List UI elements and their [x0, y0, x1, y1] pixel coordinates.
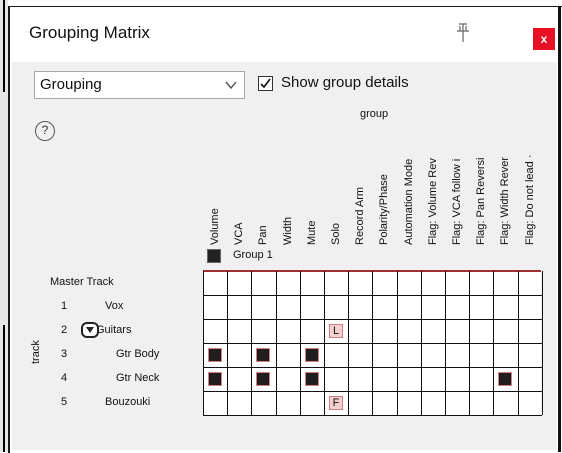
grid-line: [203, 415, 542, 416]
column-label-solo: Solo: [330, 222, 342, 245]
column-label-pan: Pan: [257, 225, 270, 245]
track-number: 5: [60, 396, 68, 408]
show-group-details-checkbox[interactable]: [258, 76, 273, 91]
column-label-automation-mode: Automation Mode: [402, 158, 415, 245]
column-label-width: Width: [281, 216, 294, 245]
column-label-flag-vca-follow-i: Flag: VCA follow i: [451, 158, 463, 245]
mode-select[interactable]: Grouping: [34, 71, 245, 99]
group-name-label: Group 1: [233, 249, 273, 261]
chevron-down-icon: [225, 81, 237, 90]
window-right-border: [558, 6, 561, 452]
column-label-record-arm: Record Arm: [354, 186, 367, 245]
column-label-flag-width-rever: Flag: Width Rever: [499, 156, 512, 245]
matrix-cell-member[interactable]: [256, 348, 270, 362]
column-label-volume: Volume: [209, 208, 221, 245]
column-label-mute: Mute: [305, 220, 318, 245]
grid-line: [203, 391, 542, 392]
matrix-cell-flag[interactable]: L: [329, 324, 343, 338]
matrix-cell-member[interactable]: [305, 348, 319, 362]
track-number: 4: [60, 372, 68, 384]
column-label-flag-pan-reversi: Flag: Pan Reversi: [475, 157, 488, 245]
edge-bar: [3, 325, 5, 452]
track-name-guitars[interactable]: Guitars: [96, 324, 131, 336]
track-number: 3: [60, 348, 68, 360]
track-name-vox[interactable]: Vox: [105, 300, 123, 312]
matrix-cell-flag[interactable]: F: [329, 396, 343, 410]
track-name-bouzouki[interactable]: Bouzouki: [105, 396, 150, 408]
column-label-vca: VCA: [233, 222, 246, 245]
grid-line: [203, 319, 542, 320]
grid-line: [203, 367, 542, 368]
checkmark-icon: [260, 78, 271, 89]
track-axis-label: track: [30, 340, 42, 364]
help-icon[interactable]: ?: [35, 121, 55, 141]
column-label-polarity-phase: Polarity/Phase: [378, 174, 391, 245]
track-name-gtr-body[interactable]: Gtr Body: [116, 348, 159, 360]
track-number: 1: [60, 300, 68, 312]
track-number: 2: [60, 324, 68, 336]
grouping-matrix-window: Grouping Matrix x Grouping Show group de…: [0, 0, 562, 453]
edge-bar: [3, 0, 5, 92]
track-name-gtr-neck[interactable]: Gtr Neck: [116, 372, 159, 384]
matrix-cell-member[interactable]: [208, 372, 222, 386]
group-axis-label: group: [360, 108, 389, 120]
track-name-master-track[interactable]: Master Track: [50, 276, 114, 288]
matrix-cell-member[interactable]: [498, 372, 512, 386]
matrix-cell-member[interactable]: [256, 372, 270, 386]
grid-line: [203, 295, 542, 296]
mode-select-value: Grouping: [40, 76, 102, 93]
column-label-flag-do-not-lead: Flag: Do not lead ·: [523, 154, 536, 246]
matrix-cell-member[interactable]: [305, 372, 319, 386]
window-title: Grouping Matrix: [29, 23, 150, 42]
grid-line: [203, 343, 542, 344]
column-label-flag-volume-rev: Flag: Volume Rev: [426, 158, 439, 245]
show-group-details-label[interactable]: Show group details: [281, 74, 409, 91]
grid-line: [542, 271, 543, 415]
pin-icon[interactable]: [454, 22, 472, 44]
close-button[interactable]: x: [533, 28, 555, 50]
matrix-cell-member[interactable]: [208, 348, 222, 362]
folder-collapse-icon[interactable]: [81, 322, 99, 338]
group-color-swatch[interactable]: [207, 249, 221, 263]
left-edge-strip: [0, 0, 8, 452]
